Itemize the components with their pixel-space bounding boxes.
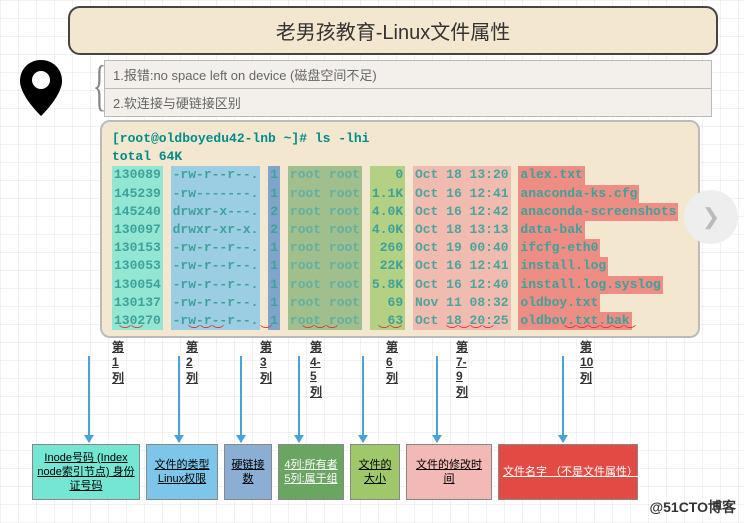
total-line: total 64K xyxy=(112,148,688,166)
col-label-3: 第3列 xyxy=(260,338,272,386)
box-mtime: 文件的修改时间 xyxy=(406,444,492,500)
brace-col-3: ︶ xyxy=(256,322,276,339)
ls-row: 130137 -rw-r--r--. 1 root root 69 Nov 11… xyxy=(112,294,688,312)
col-label-10: 第10列 xyxy=(580,338,593,386)
column-description-row: Inode号码 (Index node索引节点) 身份证号码 文件的类型 Lin… xyxy=(32,444,638,500)
col-label-79: 第7-9列 xyxy=(456,338,468,400)
arrow-3 xyxy=(240,356,242,442)
arrow-1 xyxy=(88,356,90,442)
box-size: 文件的 大小 xyxy=(350,444,400,500)
note-1: 1.报错:no space left on device (磁盘空间不足) xyxy=(104,60,712,89)
prompt-line: [root@oldboyedu42-lnb ~]# ls -lhi xyxy=(112,130,688,148)
col-label-2: 第2列 xyxy=(186,338,198,386)
watermark: @51CTO博客 xyxy=(649,497,736,517)
box-filename: 文件名字 （不是文件属性） xyxy=(498,444,638,500)
brace-col-79: ︶︶︶︶ xyxy=(430,322,510,339)
brace-col-2: ︶︶︶ xyxy=(176,322,236,339)
ls-row: 145240 drwxr-x---. 2 root root 4.0K Oct … xyxy=(112,203,688,221)
page-title: 老男孩教育-Linux文件属性 xyxy=(68,6,718,55)
location-pin-icon xyxy=(18,60,64,121)
brace-col-6: ︶︶ xyxy=(370,322,410,339)
box-inode: Inode号码 (Index node索引节点) 身份证号码 xyxy=(32,444,140,500)
brace-col-10: ︶︶︶︶︶︶ xyxy=(540,322,660,339)
box-owner: 4列:所有者 5列:属于组 xyxy=(278,444,344,500)
arrow-79 xyxy=(436,356,438,442)
col-label-6: 第6列 xyxy=(386,338,398,386)
ls-row: 130053 -rw-r--r--. 1 root root 22K Oct 1… xyxy=(112,257,688,275)
ls-row: 145239 -rw-------. 1 root root 1.1K Oct … xyxy=(112,185,688,203)
next-nav-icon[interactable]: ❯ xyxy=(684,190,738,244)
ls-row: 130089 -rw-r--r--. 1 root root 0 Oct 18 … xyxy=(112,166,688,184)
note-2: 2.软连接与硬链接区别 xyxy=(104,88,712,117)
arrow-45 xyxy=(298,356,300,442)
ls-row: 130097 drwxr-xr-x. 2 root root 4.0K Oct … xyxy=(112,221,688,239)
ls-row: 130153 -rw-r--r--. 1 root root 260 Oct 1… xyxy=(112,239,688,257)
col-label-1: 第1列 xyxy=(112,338,124,386)
arrow-2 xyxy=(178,356,180,442)
ls-row: 130054 -rw-r--r--. 1 root root 5.8K Oct … xyxy=(112,276,688,294)
brace-col-45: ︶︶︶ xyxy=(290,322,350,339)
box-type-perm: 文件的类型 Linux权限 xyxy=(146,444,218,500)
terminal-output: [root@oldboyedu42-lnb ~]# ls -lhi total … xyxy=(100,120,700,338)
col-label-45: 第4-5列 xyxy=(310,338,322,400)
arrow-10 xyxy=(562,356,564,442)
box-links: 硬链接数 xyxy=(224,444,272,500)
brace-col-1: ︶︶ xyxy=(106,322,156,339)
arrow-6 xyxy=(362,356,364,442)
